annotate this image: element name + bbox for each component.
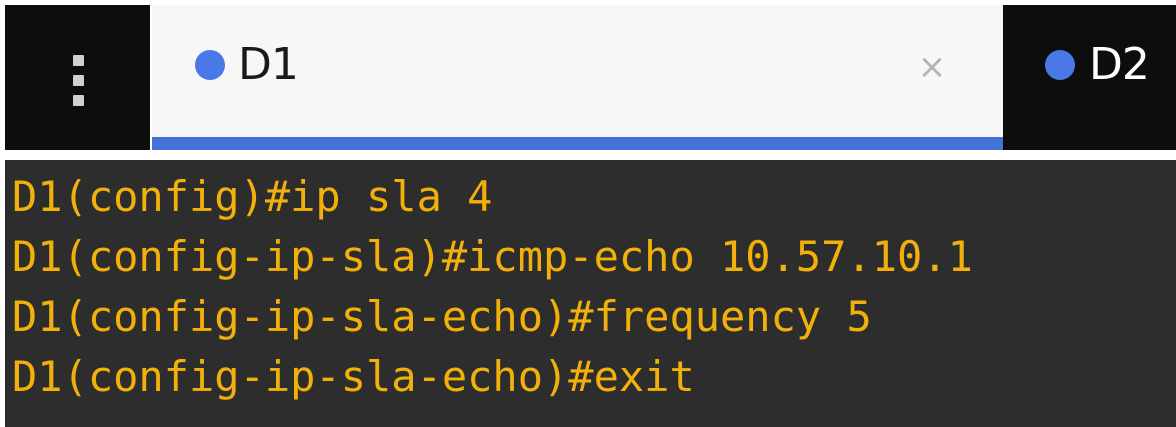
status-dot-icon [195,50,225,80]
menu-dot [72,94,84,106]
status-dot-icon [1045,50,1075,80]
tab-bar: D1 × D2 [0,0,1176,152]
close-icon[interactable]: × [914,49,950,85]
terminal-line: D1(config-ip-sla-echo)#exit [12,352,695,401]
kebab-menu-icon[interactable] [61,45,95,115]
terminal-line: D1(config-ip-sla-echo)#frequency 5 [12,292,872,341]
tab-d1[interactable]: D1 × [152,5,1003,150]
terminal-app: D1 × D2 D1(config)#ip sla 4 D1(config-ip… [0,0,1176,427]
tab-d2[interactable]: D2 [1003,5,1176,150]
menu-area [5,5,150,150]
tab-label: D2 [1089,39,1150,90]
terminal-output[interactable]: D1(config)#ip sla 4 D1(config-ip-sla)#ic… [5,160,1176,427]
terminal-line: D1(config)#ip sla 4 [12,172,493,221]
menu-dot [72,74,84,86]
tab-label: D1 [238,39,299,90]
menu-dot [72,54,84,66]
terminal-line: D1(config-ip-sla)#icmp-echo 10.57.10.1 [12,232,973,281]
